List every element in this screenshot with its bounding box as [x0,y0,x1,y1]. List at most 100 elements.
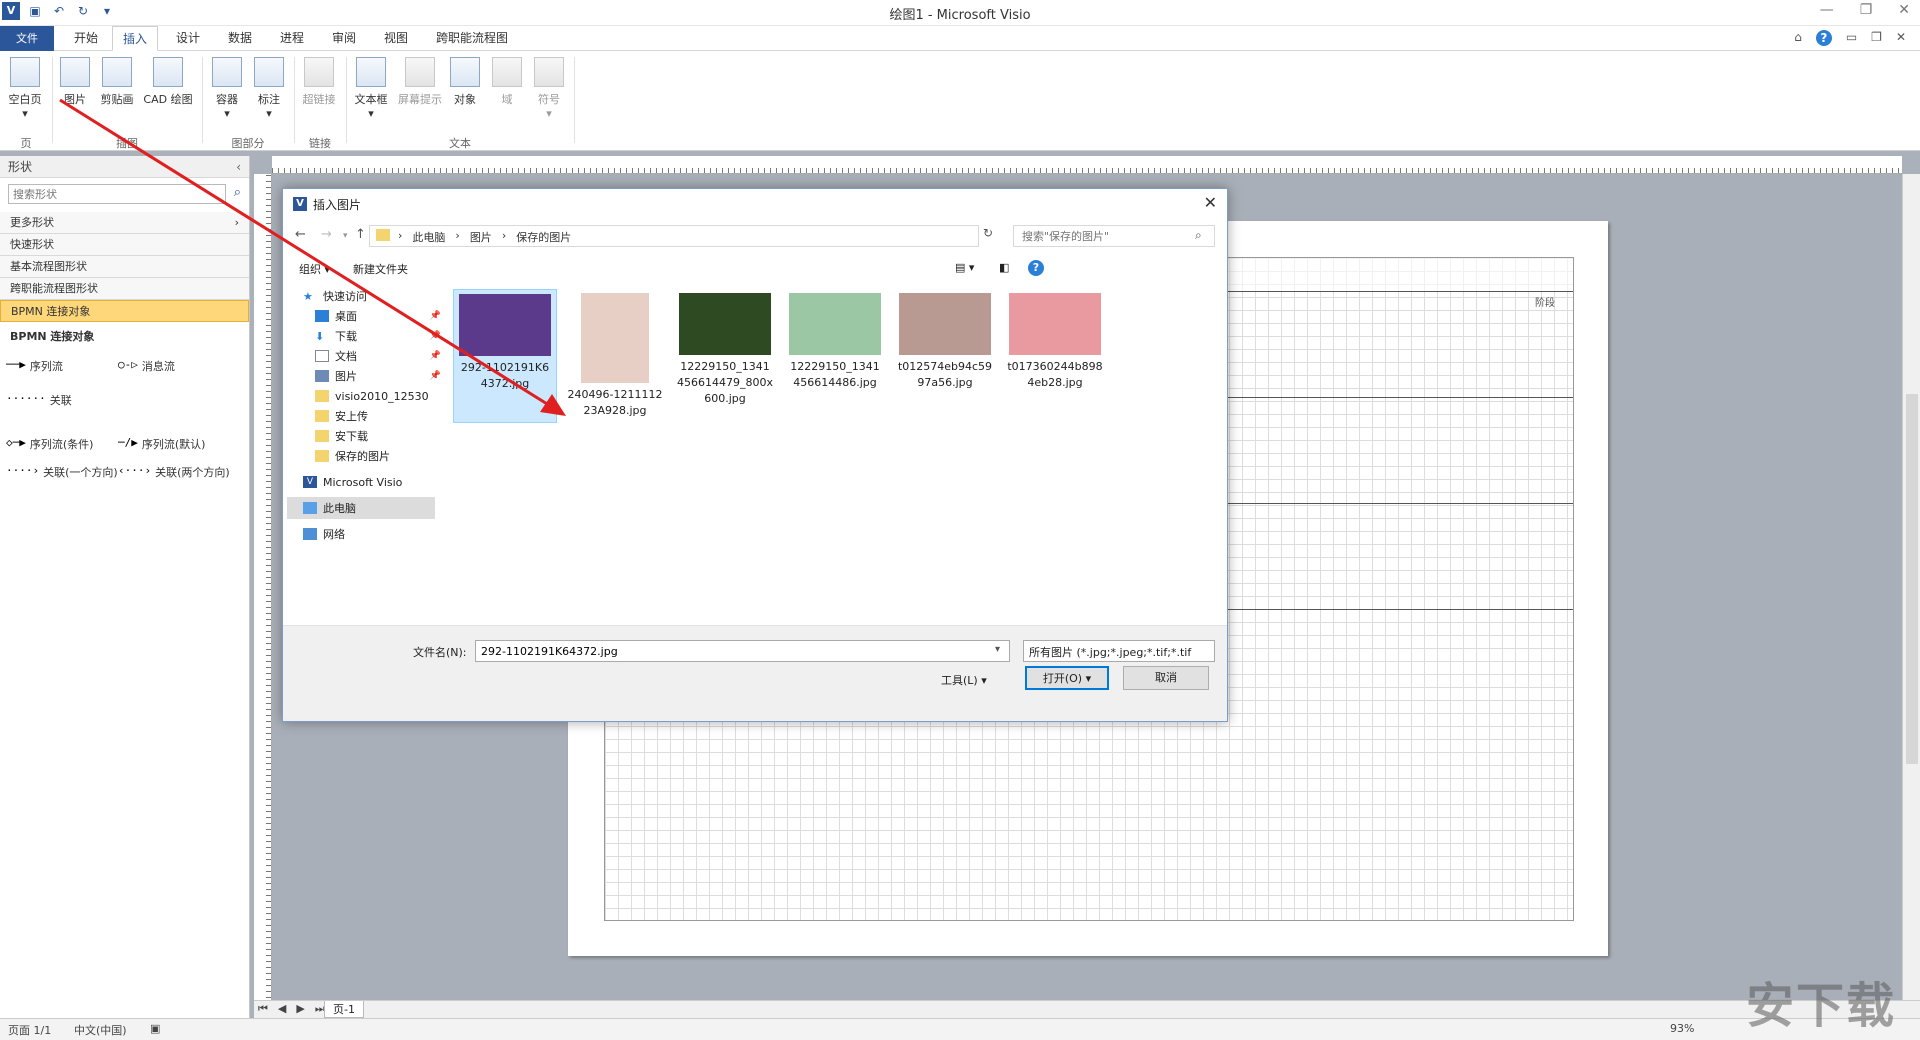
first-page-icon[interactable]: ⏮ [258,1002,268,1016]
folder-search-input[interactable] [1013,225,1215,247]
page-tab-1[interactable]: 页-1 [324,1001,364,1018]
filename-input[interactable] [475,640,1010,662]
master-sequence-flow[interactable]: ──▶ 序列流 [6,358,121,374]
cross-functional-row[interactable]: 跨职能流程图形状 [0,278,249,300]
file-type-select[interactable]: 所有图片 (*.jpg;*.jpeg;*.tif;*.tif [1023,640,1215,662]
breadcrumb-this-pc[interactable]: 此电脑 [412,229,445,246]
scroll-thumb[interactable] [1906,394,1918,764]
folder-icon [315,430,329,442]
collapse-ribbon-icon[interactable]: ⌂ [1794,30,1802,46]
search-icon[interactable]: ⌕ [1195,228,1202,243]
zoom-level[interactable]: 93% [1670,1022,1694,1035]
ribbon-right-icons: ⌂ ? ▭ ❐ ✕ [1794,30,1906,46]
master-association-two[interactable]: ‹···› 关联(两个方向) [118,464,233,480]
breadcrumb[interactable]: › 此电脑 › 图片 › 保存的图片 [369,225,979,247]
nav-microsoft-visio[interactable]: V Microsoft Visio [303,471,433,493]
macro-record-icon[interactable]: ▣ [150,1022,160,1035]
doc-close-icon[interactable]: ✕ [1896,30,1906,46]
nav-upload[interactable]: 安上传 [315,405,445,427]
view-options-icon[interactable]: ▤ ▾ [955,261,974,274]
prev-page-icon[interactable]: ◀ [278,1002,286,1016]
nav-desktop[interactable]: 桌面 📌 [315,305,445,327]
cad-drawing-button[interactable]: CAD 绘图 [140,57,196,107]
preview-pane-icon[interactable]: ◧ [999,261,1009,274]
nav-documents[interactable]: 文档 📌 [315,345,445,367]
cancel-button[interactable]: 取消 [1123,666,1209,690]
tab-home[interactable]: 开始 [64,26,108,51]
nav-pictures[interactable]: 图片 📌 [315,365,445,387]
more-shapes-row[interactable]: 更多形状 › [0,212,249,234]
tools-menu[interactable]: 工具(L) ▾ [941,672,987,688]
file-item-5[interactable]: t012574eb94c5997a56.jpg [893,289,997,391]
shape-search-input[interactable] [8,184,226,204]
breadcrumb-pictures[interactable]: 图片 [470,229,492,246]
search-icon[interactable]: ⌕ [234,185,241,200]
nav-visio-folder[interactable]: visio2010_12530 [315,385,445,407]
file-item-3[interactable]: 12229150_1341456614479_800x600.jpg [673,289,777,407]
master-sequence-conditional[interactable]: ◇─▶ 序列流(条件) [6,436,121,452]
breadcrumb-saved-pictures[interactable]: 保存的图片 [516,229,571,246]
master-association[interactable]: ······ 关联 [6,392,121,408]
tab-insert[interactable]: 插入 [112,26,159,51]
tab-data[interactable]: 数据 [218,26,262,51]
restore-icon[interactable]: ❐ [1860,2,1873,18]
nav-network[interactable]: 网络 [303,523,433,545]
tab-cross-functional[interactable]: 跨职能流程图 [426,26,518,51]
clipart-button[interactable]: 剪贴画 [92,57,142,107]
diamond-arrow-icon: ◇─▶ [6,436,26,449]
bpmn-connecting-objects-row[interactable]: BPMN 连接对象 [0,300,249,322]
file-name-1: 292-1102191K64372.jpg [460,361,550,390]
hyperlink-button[interactable]: 超链接 [294,57,344,107]
dotted-double-arrow-icon: ‹···› [118,464,152,477]
status-language[interactable]: 中文(中国) [74,1022,127,1038]
file-item-6[interactable]: t017360244b8984eb28.jpg [1003,289,1107,391]
doc-restore-icon[interactable]: ❐ [1871,30,1882,46]
tab-file[interactable]: 文件 [0,26,54,51]
slash-arrow-icon: ─/▶ [118,436,138,449]
up-arrow-icon[interactable]: ↑ [355,227,366,242]
status-page[interactable]: 页面 1/1 [8,1022,51,1038]
forward-arrow-icon[interactable]: → [321,227,332,242]
stencil-title: BPMN 连接对象 [10,330,95,343]
file-item-4[interactable]: 12229150_1341456614486.jpg [783,289,887,391]
dialog-close-icon[interactable]: ✕ [1204,193,1217,212]
help-icon[interactable]: ? [1028,260,1044,276]
doc-minimize-icon[interactable]: ▭ [1846,30,1857,46]
tab-design[interactable]: 设计 [166,26,210,51]
quick-shapes-row[interactable]: 快速形状 [0,234,249,256]
master-message-flow[interactable]: ○-▷ 消息流 [118,358,233,374]
nav-download2[interactable]: 安下载 [315,425,445,447]
back-arrow-icon[interactable]: ← [295,227,306,242]
nav-saved-pictures[interactable]: 保存的图片 [315,445,445,467]
file-item-2[interactable]: 240496-121111223A928.jpg [563,289,667,419]
blank-page-button[interactable]: 空白页 ▾ [0,57,50,120]
recent-chevron-icon[interactable]: ▾ [343,231,348,241]
file-item-1[interactable]: 292-1102191K64372.jpg [453,289,557,423]
nav-downloads[interactable]: ⬇ 下载 📌 [315,325,445,347]
symbol-button[interactable]: 符号 ▾ [524,57,574,120]
new-folder-button[interactable]: 新建文件夹 [353,261,408,277]
nav-this-pc[interactable]: 此电脑 [287,497,435,519]
refresh-icon[interactable]: ↻ [983,226,993,240]
open-button[interactable]: 打开(O) ▾ [1025,666,1109,690]
master-association-one[interactable]: ····› 关联(一个方向) [6,464,121,480]
filename-dropdown-icon[interactable]: ▾ [995,644,1000,655]
nav-quick-access[interactable]: ★ 快速访问 [303,285,433,307]
minimize-icon[interactable]: — [1820,2,1834,18]
master-sequence-default[interactable]: ─/▶ 序列流(默认) [118,436,233,452]
solid-arrow-icon: ──▶ [6,358,26,371]
tab-review[interactable]: 审阅 [322,26,366,51]
vertical-scrollbar[interactable] [1902,174,1920,1004]
tab-process[interactable]: 进程 [270,26,314,51]
next-page-icon[interactable]: ▶ [296,1002,304,1016]
callout-button[interactable]: 标注 ▾ [244,57,294,120]
file-name-4: 12229150_1341456614486.jpg [790,360,880,389]
organize-button[interactable]: 组织 ▾ [299,261,330,277]
help-icon[interactable]: ? [1815,30,1832,46]
open-dropdown-icon[interactable]: ▾ [1086,672,1092,685]
close-icon[interactable]: ✕ [1898,2,1910,18]
tab-view[interactable]: 视图 [374,26,418,51]
textbox-button[interactable]: 文本框 ▾ [346,57,396,120]
basic-flowchart-row[interactable]: 基本流程图形状 [0,256,249,278]
collapse-panel-icon[interactable]: ‹ [236,156,241,178]
